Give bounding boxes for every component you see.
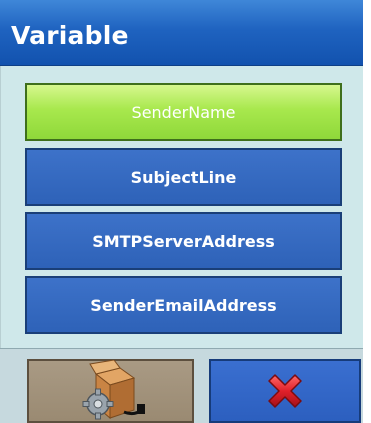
box-gear-icon: [76, 360, 146, 422]
settings-button[interactable]: [27, 359, 194, 423]
dialog-title: Variable: [11, 21, 129, 50]
variable-item-label: SenderName: [131, 102, 236, 122]
variable-item-label: SenderEmailAddress: [90, 295, 277, 315]
variable-item-sender-email-address[interactable]: SenderEmailAddress: [25, 276, 342, 334]
variable-dialog: Variable SenderName SubjectLine SMTPServ…: [0, 0, 371, 423]
window-edge: [363, 0, 371, 423]
title-bar: Variable: [0, 0, 363, 66]
variable-item-label: SMTPServerAddress: [92, 231, 275, 251]
variable-item-label: SubjectLine: [130, 167, 237, 187]
variable-item-sender-name[interactable]: SenderName: [25, 83, 342, 141]
red-x-icon: [261, 367, 309, 415]
variable-item-smtp-server-address[interactable]: SMTPServerAddress: [25, 212, 342, 270]
cancel-button[interactable]: [209, 359, 361, 423]
variable-item-subject-line[interactable]: SubjectLine: [25, 148, 342, 206]
